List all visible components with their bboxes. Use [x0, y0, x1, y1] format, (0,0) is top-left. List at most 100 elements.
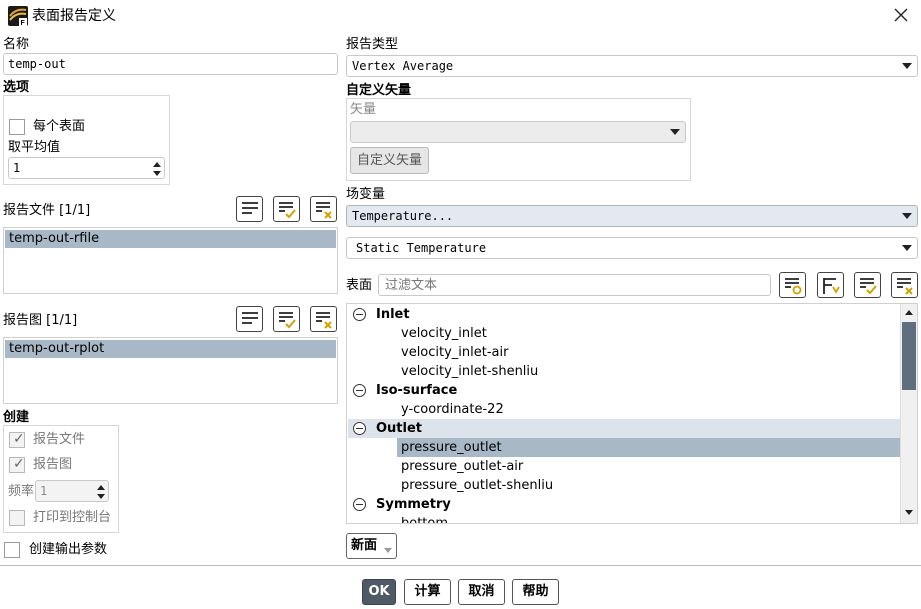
create-report-plot-checkbox[interactable]: ✓	[9, 456, 25, 473]
compute-button[interactable]: 计算	[404, 579, 451, 605]
close-icon[interactable]	[893, 7, 909, 23]
collapse-icon[interactable]	[353, 308, 366, 321]
frequency-spinner[interactable]: 1	[35, 480, 109, 502]
new-surface-button[interactable]: 新面	[346, 533, 397, 559]
check-files-button[interactable]	[273, 196, 300, 222]
frequency-value: 1	[40, 484, 48, 498]
name-input[interactable]: temp-out	[3, 53, 338, 75]
tree-group-label: Iso-surface	[376, 383, 458, 398]
spin-down-icon[interactable]	[152, 169, 162, 179]
average-over-spinner[interactable]: 1	[8, 157, 165, 179]
name-label: 名称	[3, 37, 30, 52]
report-files-list[interactable]: temp-out-rfile	[3, 227, 338, 294]
scroll-down-icon[interactable]	[904, 509, 914, 517]
print-console-checkbox[interactable]	[9, 510, 25, 526]
field-variable-label: 场变量	[346, 187, 386, 202]
tree-group[interactable]: Symmetry	[348, 495, 901, 514]
create-output-param-label: 创建输出参数	[29, 542, 108, 557]
tree-item[interactable]: y-coordinate-22	[397, 400, 901, 419]
create-report-file-label: 报告文件	[33, 432, 86, 447]
surface-filter-button[interactable]	[779, 272, 806, 298]
tree-item[interactable]: velocity_inlet-air	[397, 343, 901, 362]
help-button[interactable]: 帮助	[512, 579, 559, 605]
tree-group-label: Outlet	[376, 421, 423, 436]
report-type-value: Vertex Average	[352, 59, 454, 73]
vector-label: 矢量	[350, 102, 377, 117]
average-over-label: 取平均值	[8, 140, 61, 155]
tree-item[interactable]: velocity_inlet-shenliu	[397, 362, 901, 381]
tree-item-label: pressure_outlet	[401, 440, 502, 455]
scrollbar[interactable]	[900, 304, 917, 523]
list-item[interactable]: temp-out-rplot	[5, 340, 336, 358]
check-icon: ✓	[13, 456, 25, 472]
clear-plots-button[interactable]	[310, 306, 337, 332]
create-report-file-checkbox[interactable]: ✓	[9, 431, 25, 448]
collapse-icon[interactable]	[353, 498, 366, 511]
tree-group[interactable]: Outlet	[348, 419, 901, 438]
tree-group-label: Inlet	[376, 307, 410, 322]
select-all-files-button[interactable]	[236, 196, 263, 222]
clear-files-button[interactable]	[310, 196, 337, 222]
report-plots-list[interactable]: temp-out-rplot	[3, 337, 338, 404]
scroll-up-icon[interactable]	[904, 308, 914, 316]
list-check-icon	[860, 278, 877, 295]
tree-group[interactable]: Iso-surface	[348, 381, 901, 400]
scrollbar-thumb[interactable]	[902, 322, 916, 390]
check-plots-button[interactable]	[273, 306, 300, 332]
vector-dropdown[interactable]	[350, 121, 686, 143]
list-icon	[242, 312, 258, 324]
cancel-button[interactable]: 取消	[458, 579, 505, 605]
spin-up-icon[interactable]	[96, 482, 106, 492]
surfaces-tree[interactable]: Inlet velocity_inlet velocity_inlet-airvel…	[346, 303, 918, 524]
tree-item-label: pressure_outlet-air	[401, 459, 524, 474]
per-surface-checkbox[interactable]	[9, 119, 25, 135]
list-item[interactable]: temp-out-rfile	[5, 230, 336, 248]
list-clear-icon	[897, 278, 913, 295]
custom-vector-button[interactable]: 自定义矢量	[350, 147, 429, 174]
tree-item[interactable]: velocity_inlet	[397, 324, 901, 343]
tree-item-label: bottom	[401, 516, 449, 524]
chevron-down-icon	[902, 213, 912, 219]
chevron-down-icon	[384, 548, 392, 553]
field-variable-dropdown[interactable]: Static Temperature	[346, 237, 918, 259]
tree-item-label: velocity_inlet-air	[401, 345, 509, 360]
create-label: 创建	[3, 410, 30, 425]
field-category-dropdown[interactable]: Temperature...	[346, 205, 918, 227]
ok-button[interactable]: OK	[362, 579, 396, 605]
report-plots-label: 报告图 [1/1]	[3, 313, 78, 328]
frequency-label: 频率	[8, 484, 35, 499]
surface-select-all-button[interactable]	[854, 272, 881, 298]
chevron-down-icon	[902, 63, 912, 69]
list-clear-icon	[316, 312, 332, 329]
tree-group-label: Symmetry	[376, 497, 451, 512]
list-clear-icon	[316, 202, 332, 219]
create-output-param-checkbox[interactable]	[4, 542, 20, 558]
tree-group[interactable]: Inlet	[348, 305, 901, 324]
list-check-icon	[279, 202, 296, 219]
tree-item-label: velocity_inlet	[401, 326, 487, 341]
surface-group-button[interactable]	[817, 272, 844, 298]
new-surface-label: 新面	[351, 538, 378, 553]
report-type-dropdown[interactable]: Vertex Average	[346, 55, 918, 77]
tree-item[interactable]: pressure_outlet	[397, 438, 901, 457]
surfaces-filter-input[interactable]	[378, 274, 771, 296]
field-variable-value: Static Temperature	[356, 241, 487, 255]
report-type-label: 报告类型	[346, 37, 399, 52]
create-report-plot-label: 报告图	[33, 457, 73, 472]
collapse-icon[interactable]	[353, 384, 366, 397]
surface-clear-button[interactable]	[891, 272, 918, 298]
chevron-down-icon	[902, 245, 912, 251]
select-all-plots-button[interactable]	[236, 306, 263, 332]
spin-down-icon[interactable]	[96, 492, 106, 502]
tree-item[interactable]: pressure_outlet-shenliu	[397, 476, 901, 495]
tree-item[interactable]: pressure_outlet-air	[397, 457, 901, 476]
app-icon: F	[8, 6, 28, 27]
tree-item-label: pressure_outlet-shenliu	[401, 478, 554, 493]
tree-item[interactable]: bottom	[397, 514, 901, 524]
custom-vector-label: 自定义矢量	[346, 83, 412, 98]
collapse-icon[interactable]	[353, 422, 366, 435]
options-label: 选项	[3, 80, 30, 95]
field-category-value: Temperature...	[352, 209, 454, 223]
spin-up-icon[interactable]	[152, 159, 162, 169]
per-surface-label: 每个表面	[33, 119, 86, 134]
